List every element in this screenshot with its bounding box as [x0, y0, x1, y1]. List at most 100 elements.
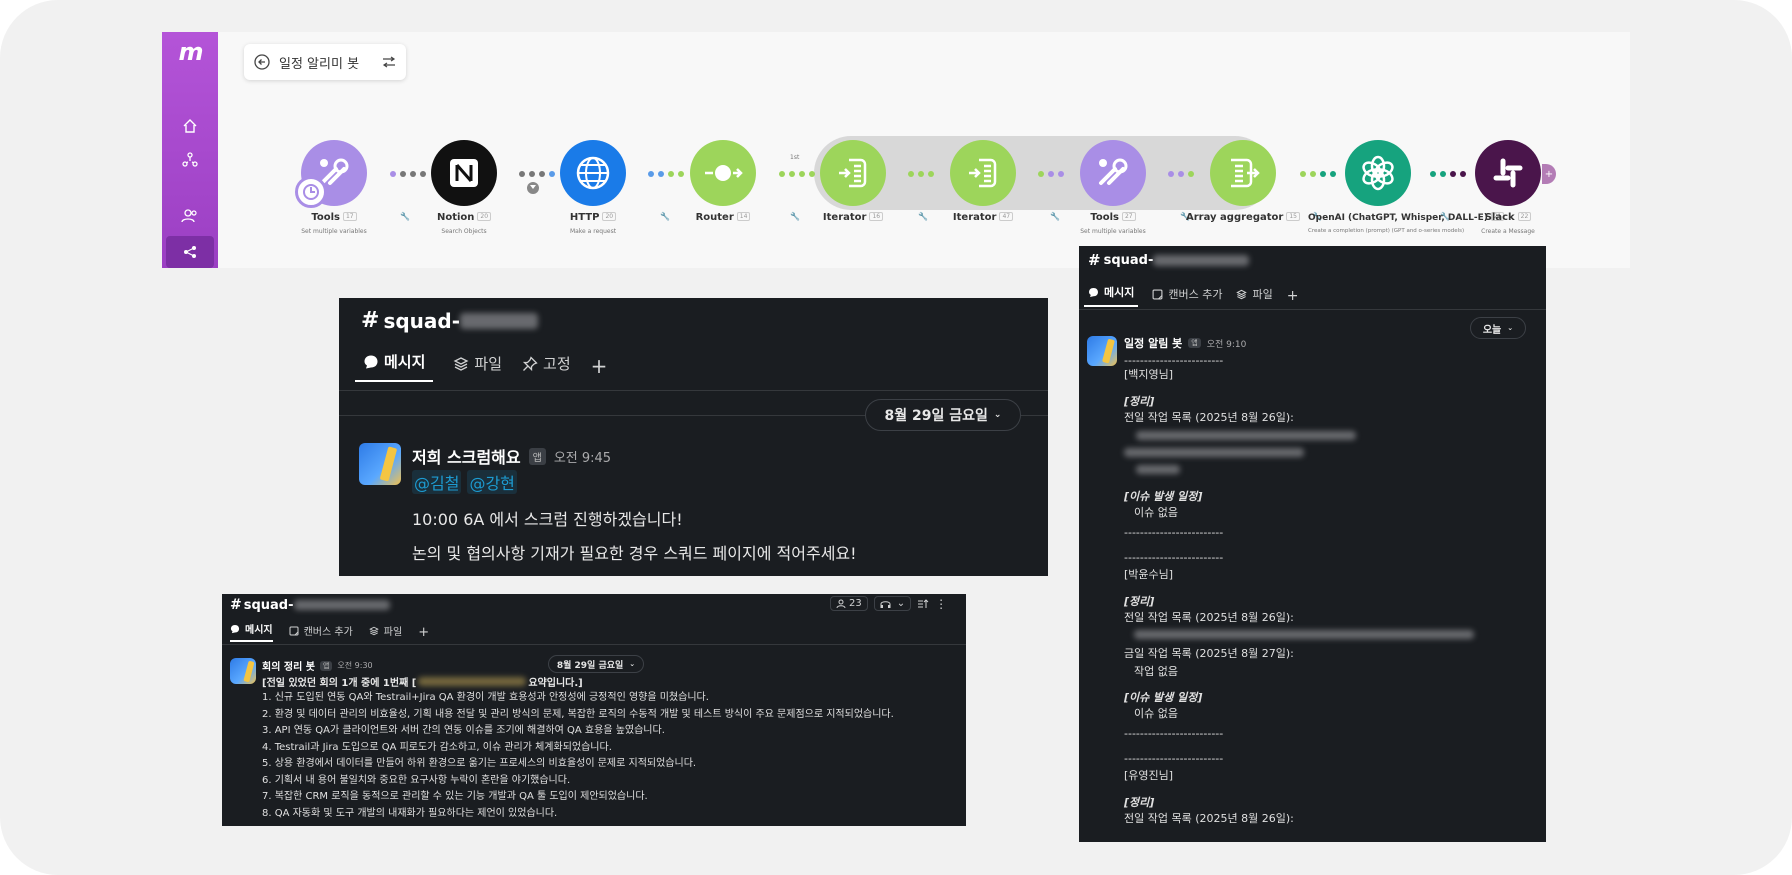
message-time[interactable]: 오전 9:10: [1207, 337, 1247, 350]
tab-messages[interactable]: 메시지: [355, 351, 434, 382]
list-item: 7. 복잡한 CRM 로직을 동적으로 관리할 수 있는 기능 개발과 QA 툴…: [262, 791, 648, 802]
chevron-down-icon: ⌄: [896, 598, 906, 609]
add-tab-button[interactable]: +: [418, 626, 429, 642]
message-time[interactable]: 오전 9:45: [554, 447, 611, 466]
message-header: 일정 알림 봇 앱 오전 9:10: [1124, 335, 1246, 351]
huddle-button[interactable]: ⌄: [873, 596, 912, 611]
module-iterator-1[interactable]: Iterator 16: [787, 140, 919, 228]
list-item: 2. 환경 및 데이터 관리의 비효율성, 기획 내용 전달 및 관리 방식의 …: [262, 708, 894, 720]
swap-icon[interactable]: [382, 56, 396, 68]
no-work-text: 작업 없음: [1134, 665, 1178, 678]
module-http[interactable]: HTTP 20 Make a request: [527, 140, 659, 235]
list-item: 1. 신규 도입된 연동 QA와 Testrail+Jira QA 환경이 개발…: [262, 692, 709, 703]
more-options-icon[interactable]: ⋮: [935, 597, 947, 611]
module-slack[interactable]: Slack 22 Create a Message: [1442, 140, 1574, 235]
module-openai[interactable]: OpenAI (ChatGPT, Whisper, DALL-E) 21 Crea…: [1308, 140, 1505, 234]
message-time[interactable]: 오전 9:30: [337, 660, 372, 671]
heading-text: [전일 있었던 회의 1개 중에 1번째 [: [262, 678, 417, 689]
add-tab-button[interactable]: +: [591, 356, 608, 382]
mention[interactable]: @강현: [467, 470, 517, 494]
module-desc: Create a completion (prompt) (GPT and o-…: [1308, 228, 1465, 234]
mention[interactable]: @김철: [412, 470, 462, 494]
list-item: 6. 기획서 내 용어 불일치와 중요한 요구사항 누락이 혼란을 야기했습니다…: [262, 774, 571, 786]
message-header: 저희 스크럼해요 앱 오전 9:45: [412, 444, 611, 468]
tab-messages[interactable]: 메시지: [230, 621, 273, 642]
module-desc: Make a request: [569, 228, 617, 235]
date-pill[interactable]: 오늘 ⌄: [1470, 317, 1526, 339]
module-tools-2[interactable]: Tools 27 Set multiple variables: [1047, 140, 1179, 235]
bot-avatar[interactable]: [1087, 336, 1117, 366]
tab-label: 메시지: [384, 353, 426, 371]
channel-header[interactable]: # squad-: [230, 597, 390, 613]
tab-pinned[interactable]: 고정: [522, 353, 571, 382]
app-badge: 앱: [528, 447, 546, 465]
team-icon[interactable]: [178, 204, 202, 228]
mentions: @김철 @강현: [412, 470, 517, 494]
person-heading: [유영진님]: [1124, 769, 1174, 782]
prev-work-label: 전일 작업 목록 (2025년 8월 26일):: [1124, 812, 1294, 825]
add-tab-button[interactable]: +: [1287, 289, 1299, 307]
list-item: 8. QA 자동화 및 도구 개발의 내재화가 필요하다는 제언이 있었습니다.: [262, 807, 558, 819]
message-header: 회의 정리 봇 앱 오전 9:30: [262, 658, 373, 673]
module-array-aggregator[interactable]: Array aggregator 15: [1177, 140, 1309, 228]
module-desc: Create a Message: [1481, 228, 1535, 235]
module-router[interactable]: Router 14: [657, 140, 789, 228]
tab-files[interactable]: 파일: [368, 623, 402, 642]
bot-avatar[interactable]: [230, 658, 256, 684]
section-label: [이슈 발생 일정]: [1124, 490, 1203, 503]
channel-header[interactable]: # squad-: [1088, 251, 1250, 269]
module-notion[interactable]: Notion 20 Search Objects: [398, 140, 530, 235]
date-label: 오늘: [1482, 324, 1502, 336]
section-label: [정리]: [1124, 796, 1155, 809]
module-name: Iterator: [822, 212, 867, 223]
clock-icon[interactable]: [295, 176, 327, 208]
aggregator-icon: [1210, 140, 1276, 206]
channel-name-redacted: [1153, 254, 1250, 266]
list-item: 3. API 연동 QA가 클라이언트와 서버 간의 연동 이슈를 조기에 해결…: [262, 725, 665, 736]
layers-icon: [453, 356, 469, 372]
no-issue-text: 이슈 없음: [1134, 707, 1178, 720]
tab-files[interactable]: 파일: [453, 353, 502, 382]
share-nodes-icon[interactable]: [178, 148, 202, 172]
iterator-icon: [950, 140, 1016, 206]
scenario-title-bar[interactable]: 일정 알리미 봇: [244, 44, 406, 80]
workflow-icon[interactable]: [917, 598, 929, 610]
channel-header[interactable]: # squad-: [361, 308, 539, 333]
scenario-title[interactable]: 일정 알리미 봇: [279, 53, 359, 72]
tab-add-canvas[interactable]: 캔버스 추가: [1152, 286, 1222, 307]
member-count: 23: [849, 598, 862, 609]
make-sidebar: m: [162, 32, 218, 268]
tab-messages[interactable]: 메시지: [1084, 284, 1139, 307]
home-icon[interactable]: [178, 114, 202, 138]
tab-add-canvas[interactable]: 캔버스 추가: [289, 623, 353, 642]
layers-icon: [368, 626, 379, 636]
prev-work-label: 전일 작업 목록 (2025년 8월 26일):: [1124, 411, 1294, 424]
module-id: 47: [999, 212, 1014, 221]
sender-name[interactable]: 회의 정리 봇: [262, 658, 315, 673]
globe-icon: [560, 140, 626, 206]
date-pill[interactable]: 8월 29일 금요일 ⌄: [548, 655, 644, 673]
slack-panel-meeting-summary: # squad- 23 ⌄ ⋮ 메시지 캔버스 추가 파일 + 8월 29일 금…: [222, 594, 966, 826]
tab-label: 파일: [474, 355, 503, 373]
sender-name[interactable]: 일정 알림 봇: [1124, 335, 1182, 351]
message-line: 논의 및 협의사항 기재가 필요한 경우 스쿼드 페이지에 적어주세요!: [412, 544, 857, 563]
back-arrow-icon[interactable]: [254, 54, 270, 70]
canvas-icon: [289, 626, 299, 636]
module-iterator-2[interactable]: Iterator 47: [917, 140, 1049, 228]
date-label: 8월 29일 금요일: [884, 408, 988, 424]
summary-list: 1. 신규 도입된 연동 QA와 Testrail+Jira QA 환경이 개발…: [262, 690, 894, 822]
date-pill[interactable]: 8월 29일 금요일 ⌄: [865, 399, 1021, 431]
channel-name-redacted: [293, 600, 390, 610]
bot-avatar[interactable]: [359, 443, 401, 485]
module-tools-1[interactable]: Tools 17 Set multiple variables: [268, 140, 400, 235]
iterator-icon: [820, 140, 886, 206]
sender-name[interactable]: 저희 스크럼해요: [412, 444, 521, 468]
member-count-button[interactable]: 23: [830, 596, 868, 611]
person-icon: [836, 599, 846, 609]
divider: [1079, 309, 1546, 310]
hash-icon: #: [361, 308, 380, 333]
module-id: 20: [477, 212, 492, 221]
channel-name: squad-: [383, 308, 461, 333]
tab-files[interactable]: 파일: [1236, 286, 1273, 307]
scenario-share-icon[interactable]: [178, 240, 202, 264]
